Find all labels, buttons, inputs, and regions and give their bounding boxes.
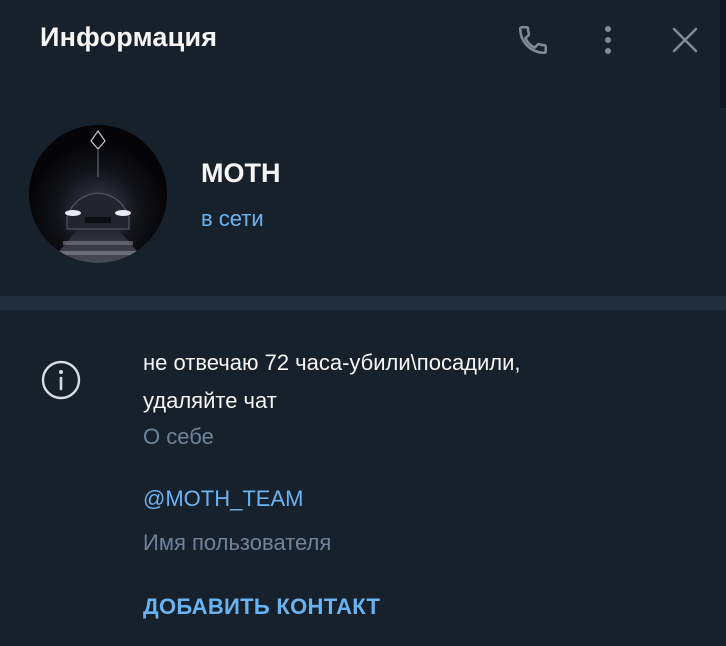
profile-section: MOTH в сети: [0, 108, 726, 296]
section-divider: [0, 296, 726, 310]
close-button[interactable]: [663, 18, 707, 62]
add-contact-button[interactable]: ДОБАВИТЬ КОНТАКТ: [143, 594, 380, 620]
call-button[interactable]: [511, 18, 555, 62]
close-icon: [671, 26, 699, 54]
username-link[interactable]: @MOTH_TEAM: [143, 486, 303, 512]
online-status: в сети: [201, 206, 264, 231]
username-label: Имя пользователя: [143, 530, 332, 555]
bio-label: О себе: [143, 424, 214, 449]
header: Информация: [0, 0, 720, 80]
phone-icon: [516, 23, 550, 57]
avatar[interactable]: [29, 125, 167, 263]
info-icon: [40, 359, 82, 401]
user-info-panel: Информация MOTH в сети не отвечаю 72 час…: [0, 0, 726, 646]
more-vertical-icon: [602, 23, 614, 57]
contact-name: MOTH: [201, 158, 281, 188]
bio-text: не отвечаю 72 часа-убили\посадили, удаля…: [143, 350, 521, 413]
page-title: Информация: [40, 22, 218, 52]
scrollbar[interactable]: [720, 0, 726, 108]
more-options-button[interactable]: [586, 18, 630, 62]
